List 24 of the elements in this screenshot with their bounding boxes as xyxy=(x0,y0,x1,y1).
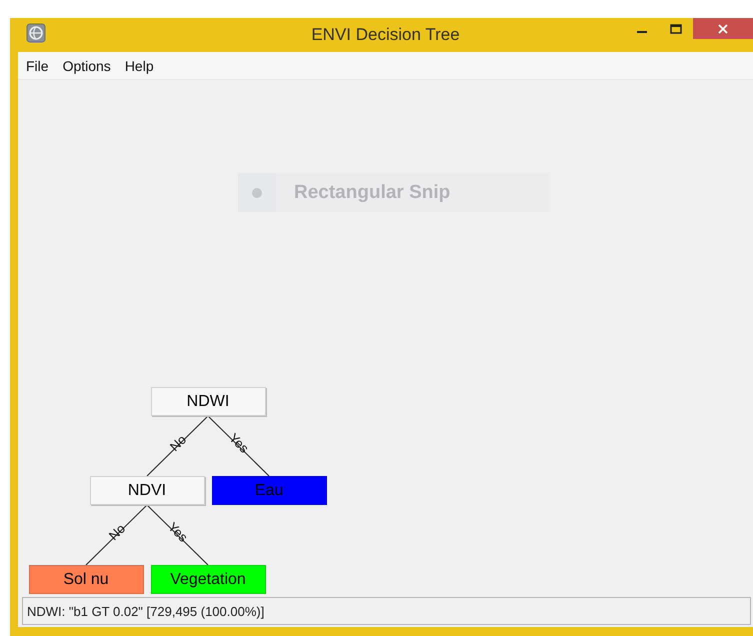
status-bar: NDWI: "b1 GT 0.02" [729,495 (100.00%)] xyxy=(22,597,751,625)
snip-icon xyxy=(252,188,262,198)
edge-label: No xyxy=(166,432,189,454)
window-title: ENVI Decision Tree xyxy=(310,25,461,45)
edge-label: Yes xyxy=(226,430,252,456)
app-icon xyxy=(26,23,46,43)
maximize-icon xyxy=(670,24,682,34)
tree-node[interactable]: NDVI xyxy=(90,476,204,505)
edge-label: Yes xyxy=(164,519,190,545)
minimize-icon xyxy=(637,30,647,32)
snip-label: Rectangular Snip xyxy=(294,182,450,204)
connector-line xyxy=(208,416,270,476)
edge-label: No xyxy=(105,520,128,544)
connector-line xyxy=(146,416,208,476)
menu-item[interactable]: Options xyxy=(58,58,121,74)
close-button[interactable] xyxy=(693,18,753,39)
tree-node[interactable]: NDWI xyxy=(150,387,266,416)
connector-line xyxy=(86,504,148,566)
tree-node[interactable]: Vegetation xyxy=(150,565,266,594)
tree-node[interactable]: Sol nu xyxy=(28,565,144,594)
close-icon xyxy=(718,24,728,34)
menu-item[interactable]: Help xyxy=(120,58,164,74)
menu-item[interactable]: File xyxy=(22,58,59,74)
connector-line xyxy=(146,504,208,566)
